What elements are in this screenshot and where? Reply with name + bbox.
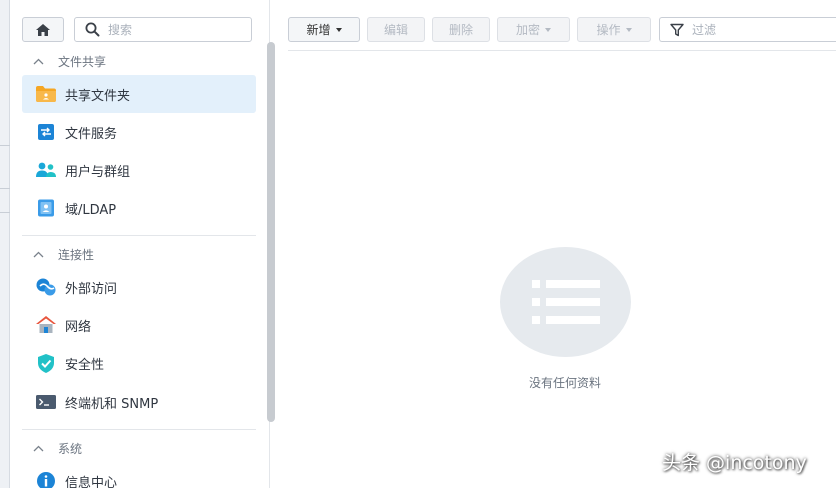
sidebar-item-domain-ldap[interactable]: 域/LDAP — [22, 189, 256, 227]
create-button[interactable]: 新增 — [288, 17, 360, 42]
caret-down-icon — [545, 27, 551, 32]
sidebar-item-security[interactable]: 安全性 — [22, 344, 256, 382]
users-icon — [35, 159, 57, 181]
section-title: 系统 — [58, 441, 83, 456]
delete-button[interactable]: 删除 — [432, 17, 490, 42]
action-button-label: 操作 — [596, 23, 621, 37]
search-box[interactable] — [74, 17, 252, 42]
section-title: 文件共享 — [58, 54, 107, 69]
sidebar-item-label: 用户与群组 — [65, 164, 131, 180]
sidebar-item-info-center[interactable]: 信息中心 — [22, 462, 256, 488]
section-header-connectivity[interactable]: 连接性 — [22, 243, 94, 265]
filter-icon — [670, 23, 684, 36]
window-edge-mark — [0, 212, 10, 213]
empty-state-text: 没有任何资料 — [528, 376, 601, 390]
sidebar-item-shared-folder[interactable]: 共享文件夹 — [22, 75, 256, 113]
search-input[interactable] — [108, 22, 238, 37]
home-icon — [36, 23, 50, 36]
section-divider — [22, 429, 256, 430]
terminal-icon — [35, 391, 57, 413]
window-edge-mark — [0, 188, 10, 189]
file-services-icon — [35, 121, 57, 143]
encrypt-button-label: 加密 — [515, 23, 540, 37]
window-edge-mark — [0, 145, 10, 146]
sidebar-item-label: 外部访问 — [65, 281, 118, 297]
filter-input[interactable] — [692, 22, 822, 37]
sidebar-item-network[interactable]: 网络 — [22, 306, 256, 344]
section-title: 连接性 — [58, 247, 95, 262]
chevron-up-icon — [28, 445, 48, 452]
external-access-icon — [35, 276, 57, 298]
sidebar-item-terminal-snmp[interactable]: 终端机和 SNMP — [22, 383, 256, 421]
sidebar: 文件共享 共享文件夹 文件服务 — [10, 0, 275, 488]
edit-button[interactable]: 编辑 — [367, 17, 425, 42]
sidebar-item-label: 信息中心 — [65, 475, 118, 488]
section-divider — [22, 235, 256, 236]
caret-down-icon — [335, 27, 342, 32]
sidebar-item-label: 共享文件夹 — [65, 88, 131, 104]
filter-box[interactable] — [659, 17, 836, 42]
sidebar-item-label: 终端机和 SNMP — [65, 396, 159, 412]
sidebar-item-label: 文件服务 — [65, 126, 118, 142]
create-button-label: 新增 — [306, 23, 331, 37]
sidebar-scrollbar[interactable] — [267, 42, 275, 422]
action-button[interactable]: 操作 — [577, 17, 651, 42]
sidebar-item-external-access[interactable]: 外部访问 — [22, 268, 256, 306]
delete-button-label: 删除 — [448, 23, 473, 37]
shield-icon — [35, 352, 57, 374]
chevron-up-icon — [28, 58, 48, 65]
search-icon — [85, 22, 100, 37]
encrypt-button[interactable]: 加密 — [497, 17, 570, 42]
folder-icon — [35, 83, 57, 105]
edit-button-label: 编辑 — [383, 23, 408, 37]
network-icon — [35, 314, 57, 336]
empty-list-icon — [500, 247, 631, 357]
info-icon — [35, 470, 57, 488]
background-window-edge — [0, 0, 10, 488]
toolbar-divider — [288, 50, 836, 51]
caret-down-icon — [625, 27, 632, 32]
domain-icon — [35, 197, 57, 219]
watermark: 头条 @incotony — [662, 452, 807, 474]
home-button[interactable] — [22, 17, 64, 42]
section-header-system[interactable]: 系统 — [22, 437, 82, 459]
sidebar-item-label: 网络 — [65, 319, 92, 335]
section-header-file-sharing[interactable]: 文件共享 — [22, 50, 106, 72]
sidebar-item-file-services[interactable]: 文件服务 — [22, 113, 256, 151]
chevron-up-icon — [28, 251, 48, 258]
toolbar: 新增 编辑 删除 加密 操作 — [288, 17, 658, 42]
sidebar-item-label: 域/LDAP — [65, 202, 117, 218]
sidebar-item-users-groups[interactable]: 用户与群组 — [22, 151, 256, 189]
sidebar-item-label: 安全性 — [65, 357, 105, 373]
